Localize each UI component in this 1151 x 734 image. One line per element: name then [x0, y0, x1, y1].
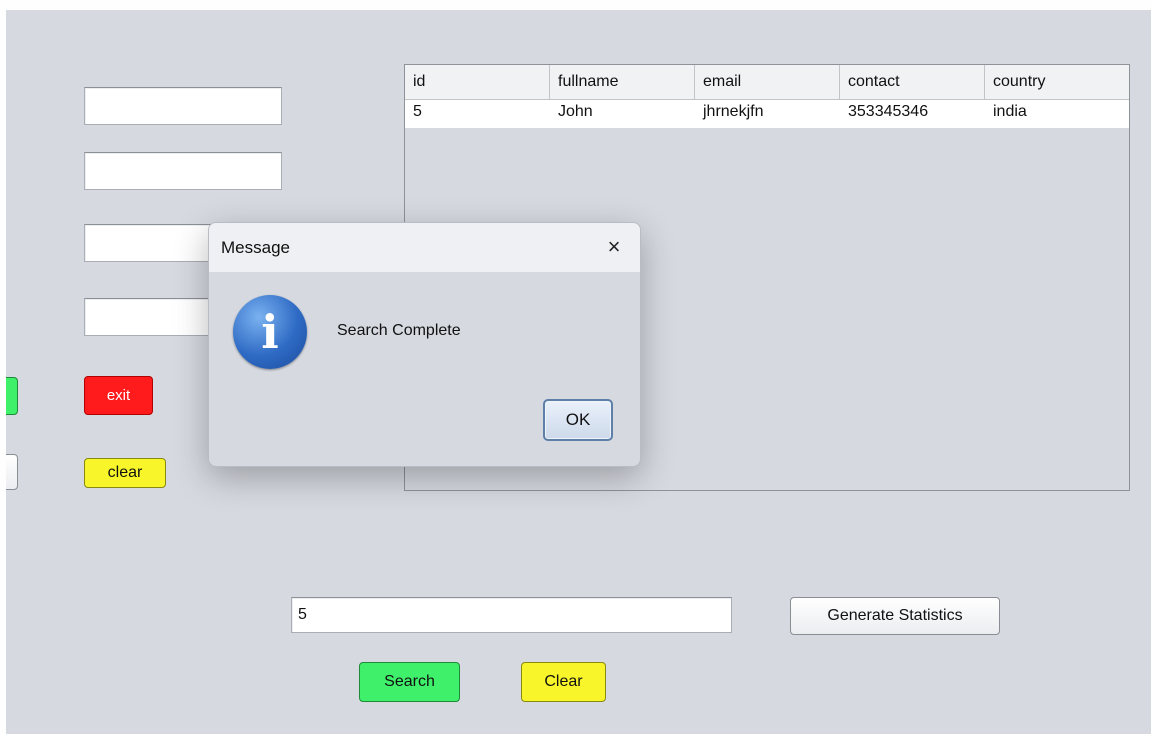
search-input[interactable] [291, 597, 732, 633]
table-cell-email: jhrnekjfn [703, 103, 764, 120]
info-icon: i [233, 295, 307, 369]
form-field-1[interactable] [84, 87, 282, 125]
app-window: exit clear id fullname email contact country… [6, 10, 1151, 734]
column-header-country[interactable]: country [985, 65, 1129, 99]
column-header-id[interactable]: id [405, 65, 550, 99]
generate-statistics-button[interactable]: Generate Statistics [790, 597, 1000, 635]
dialog-title-bar: Message × [209, 223, 640, 272]
message-dialog: Message × i Search Complete OK [208, 222, 641, 467]
column-header-email[interactable]: email [695, 65, 840, 99]
exit-button[interactable]: exit [84, 376, 153, 415]
column-header-contact[interactable]: contact [840, 65, 985, 99]
left-white-button[interactable] [6, 454, 18, 490]
table-cell-fullname: John [558, 103, 593, 120]
form-clear-button[interactable]: clear [84, 458, 166, 488]
dialog-title: Message [221, 237, 290, 257]
form-field-2[interactable] [84, 152, 282, 190]
table-cell-country: india [993, 103, 1027, 120]
info-icon-glyph: i [261, 305, 279, 359]
table-cell-id: 5 [413, 103, 422, 120]
search-clear-button[interactable]: Clear [521, 662, 606, 702]
table-cell-contact: 353345346 [848, 103, 929, 120]
table-header: id fullname email contact country [405, 65, 1129, 100]
column-header-fullname[interactable]: fullname [550, 65, 695, 99]
ok-button[interactable]: OK [543, 399, 613, 441]
table-row[interactable]: 5 John jhrnekjfn 353345346 india [405, 100, 1129, 128]
dialog-message: Search Complete [337, 322, 461, 339]
search-button[interactable]: Search [359, 662, 460, 702]
close-icon[interactable]: × [602, 234, 626, 259]
table-body: 5 John jhrnekjfn 353345346 india [405, 100, 1129, 128]
left-green-button[interactable] [6, 377, 18, 415]
